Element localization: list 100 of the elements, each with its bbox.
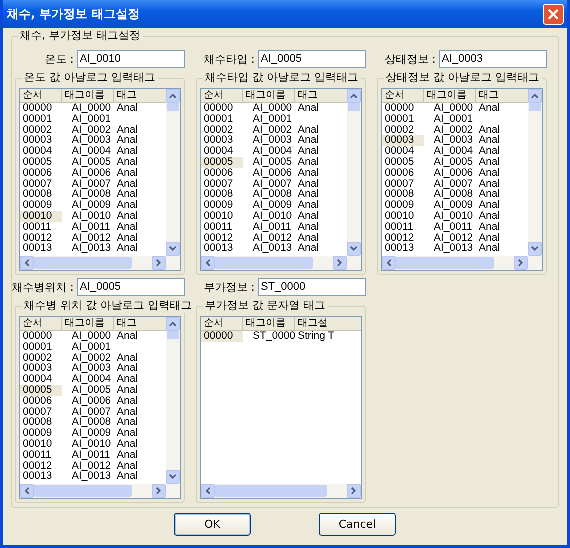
scroll-down-button[interactable] xyxy=(528,242,542,256)
list-row[interactable]: 00000 xyxy=(201,103,243,114)
scroll-thumb[interactable] xyxy=(167,331,179,339)
list-row[interactable]: 00003 xyxy=(201,135,243,146)
list-row[interactable]: 00005 xyxy=(20,384,62,396)
horizontal-scrollbar[interactable] xyxy=(382,256,542,270)
horizontal-scrollbar[interactable] xyxy=(201,256,361,270)
scroll-left-button[interactable] xyxy=(201,256,215,270)
scroll-right-button[interactable] xyxy=(152,484,166,498)
column-header[interactable]: 순서 xyxy=(382,89,424,102)
scroll-thumb[interactable] xyxy=(396,257,494,269)
list-row[interactable]: 00007 xyxy=(201,178,243,190)
list-row[interactable]: 00010 xyxy=(201,210,243,222)
list-row[interactable]: 00004 xyxy=(20,146,62,157)
scroll-down-button[interactable] xyxy=(166,242,180,256)
column-header[interactable]: 순서 xyxy=(201,89,243,102)
list-row[interactable]: 00004 xyxy=(382,146,424,157)
scroll-thumb[interactable] xyxy=(167,103,179,111)
list-row[interactable]: 00013 xyxy=(382,243,424,254)
list-row[interactable]: 00000 xyxy=(20,103,62,114)
list-row[interactable]: 00012 xyxy=(201,232,243,244)
list-row[interactable]: 00005 xyxy=(382,156,424,168)
list-row[interactable]: 00003 xyxy=(20,363,62,374)
list-row[interactable]: 00011 xyxy=(201,222,243,233)
list-row[interactable]: 00005 xyxy=(201,156,243,168)
scroll-up-button[interactable] xyxy=(347,89,361,103)
list-row[interactable]: 00004 xyxy=(201,146,243,157)
list-row[interactable]: 00010 xyxy=(20,210,62,222)
list-row[interactable]: 00011 xyxy=(20,222,62,233)
input-field[interactable]: AI_0005 xyxy=(77,278,185,296)
scroll-thumb[interactable] xyxy=(348,103,360,111)
column-header[interactable]: 순서 xyxy=(20,89,62,102)
list-row[interactable]: 00013 xyxy=(20,471,62,482)
list-row[interactable]: 00009 xyxy=(20,428,62,439)
list-row[interactable]: 00001 xyxy=(20,342,62,353)
scroll-right-button[interactable] xyxy=(347,484,361,498)
vertical-scrollbar[interactable] xyxy=(347,89,361,256)
list-row[interactable]: 00006 xyxy=(20,168,62,179)
scroll-thumb[interactable] xyxy=(215,257,313,269)
list-row[interactable]: 00005 xyxy=(20,156,62,168)
tag-list[interactable]: 순서 태그이름 태그설 00000 ST_0000 String T xyxy=(200,316,362,499)
scroll-up-button[interactable] xyxy=(166,89,180,103)
list-row[interactable]: 00000 xyxy=(20,331,62,342)
horizontal-scrollbar[interactable] xyxy=(20,484,180,498)
scroll-left-button[interactable] xyxy=(20,484,34,498)
scroll-left-button[interactable] xyxy=(382,256,396,270)
list-row[interactable]: 00002 xyxy=(201,124,243,136)
list-row[interactable]: 00012 xyxy=(382,232,424,244)
list-row[interactable]: 00010 xyxy=(382,210,424,222)
list-row[interactable]: 00011 xyxy=(382,222,424,233)
list-row[interactable]: 00012 xyxy=(20,460,62,472)
list-row[interactable]: 00011 xyxy=(20,450,62,461)
list-row[interactable]: 00001 xyxy=(201,114,243,125)
scroll-thumb[interactable] xyxy=(34,485,132,497)
scroll-thumb[interactable] xyxy=(529,103,541,111)
vertical-scrollbar[interactable] xyxy=(528,89,542,256)
column-header[interactable]: 태그이름 xyxy=(243,89,295,102)
column-header[interactable]: 태그설 xyxy=(295,317,361,330)
input-field[interactable]: AI_0010 xyxy=(77,50,185,68)
scroll-right-button[interactable] xyxy=(514,256,528,270)
list-row[interactable]: 00009 xyxy=(201,200,243,211)
list-row[interactable]: 00003 xyxy=(20,135,62,146)
input-field[interactable]: AI_0005 xyxy=(258,50,366,68)
list-row[interactable]: 00008 xyxy=(20,189,62,200)
column-header[interactable]: 태그이름 xyxy=(243,317,295,330)
list-row[interactable]: 00007 xyxy=(382,178,424,190)
column-header[interactable]: 순서 xyxy=(20,317,62,330)
scroll-up-button[interactable] xyxy=(528,89,542,103)
horizontal-scrollbar[interactable] xyxy=(20,256,180,270)
column-header[interactable]: 태그 xyxy=(476,89,528,102)
scroll-left-button[interactable] xyxy=(20,256,34,270)
column-header[interactable]: 태그 xyxy=(114,89,166,102)
vertical-scrollbar[interactable] xyxy=(166,317,180,484)
scroll-right-button[interactable] xyxy=(333,256,347,270)
list-row[interactable]: 00007 xyxy=(20,406,62,418)
list-row[interactable]: 00012 xyxy=(20,232,62,244)
column-header[interactable]: 태그 xyxy=(295,89,347,102)
scroll-right-button[interactable] xyxy=(152,256,166,270)
list-row[interactable]: 00001 xyxy=(382,114,424,125)
dialog-button[interactable]: Cancel xyxy=(319,513,396,536)
list-row[interactable]: 00002 xyxy=(20,352,62,364)
list-row[interactable]: 00002 xyxy=(382,124,424,136)
list-row[interactable]: 00009 xyxy=(382,200,424,211)
list-row[interactable]: 00006 xyxy=(201,168,243,179)
list-row[interactable]: 00003 xyxy=(382,135,424,146)
input-field[interactable]: ST_0000 xyxy=(258,278,366,296)
scroll-down-button[interactable] xyxy=(166,470,180,484)
vertical-scrollbar[interactable] xyxy=(166,89,180,256)
list-row[interactable]: 00008 xyxy=(201,189,243,200)
list-row[interactable]: 00002 xyxy=(20,124,62,136)
list-row[interactable]: 00008 xyxy=(20,417,62,428)
list-row[interactable]: 00006 xyxy=(382,168,424,179)
close-button[interactable] xyxy=(543,4,564,24)
dialog-button[interactable]: OK xyxy=(174,513,251,536)
scroll-thumb[interactable] xyxy=(34,257,132,269)
input-field[interactable]: AI_0003 xyxy=(439,50,547,68)
column-header[interactable]: 태그이름 xyxy=(62,317,114,330)
column-header[interactable]: 순서 xyxy=(201,317,243,330)
list-row[interactable]: 00004 xyxy=(20,374,62,385)
list-row[interactable]: 00000 xyxy=(382,103,424,114)
